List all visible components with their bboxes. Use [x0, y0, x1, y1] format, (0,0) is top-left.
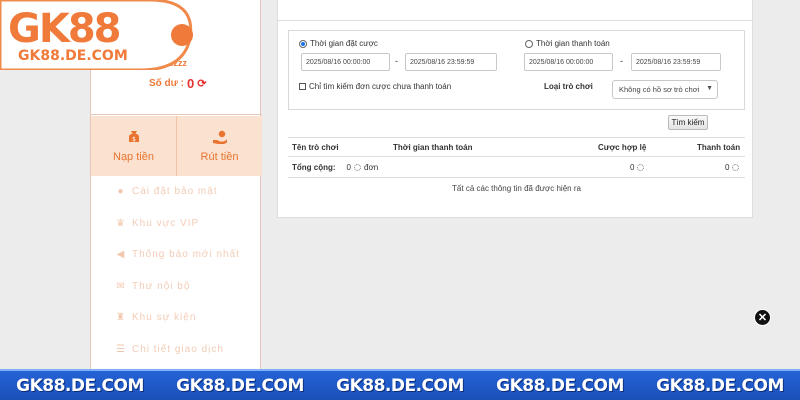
menu-item-inbox[interactable]: ✉ Thư nội bộ [91, 271, 262, 303]
panel-divider [278, 20, 752, 21]
col-payout-time: Thời gian thanh toán [393, 142, 473, 152]
bet-time-radio[interactable] [299, 39, 307, 48]
withdraw-label: Rút tiền [200, 151, 239, 163]
logo-brand: GK88 [8, 6, 120, 52]
bet-time-label: Thời gian đặt cược [310, 39, 378, 48]
menu-item-notices[interactable]: ◀ Thông báo mới nhất [91, 239, 262, 271]
bet-time-option[interactable]: Thời gian đặt cược [299, 39, 378, 48]
list-icon: ☰ [116, 343, 126, 355]
loading-spinner-icon [354, 163, 361, 171]
total-cell: Tổng cộng: 0 đơn [292, 157, 378, 177]
pay-time-option[interactable]: Thời gian thanh toán [525, 39, 610, 48]
crown-icon: ♛ [116, 217, 126, 229]
refresh-icon[interactable]: ⟳ [197, 77, 206, 90]
unpaid-only-label: Chỉ tìm kiếm đơn cược chưa thanh toán [309, 82, 452, 91]
balance-label: Số dư : [149, 78, 185, 89]
payout-total-cell: 0 [725, 157, 740, 177]
mail-icon: ✉ [116, 280, 126, 292]
banner-domain: GK88.DE.COM [336, 375, 464, 396]
bet-time-to-input[interactable]: 2025/08/16 23:59:59 [405, 53, 497, 71]
chevron-down-icon: ▼ [706, 85, 713, 92]
col-valid-bet: Cược hợp lệ [598, 142, 647, 152]
gk88-logo: GK88 GK88.DE.COM [0, 0, 193, 70]
date-separator: - [395, 56, 398, 66]
account-menu: ● Cài đặt bảo mật ♛ Khu vực VIP ◀ Thông … [91, 176, 262, 365]
menu-item-label: Thông báo mới nhất [132, 249, 240, 261]
pay-time-from-input[interactable]: 2025/08/16 00:00:00 [524, 53, 613, 71]
domain-banner: GK88.DE.COM GK88.DE.COM GK88.DE.COM GK88… [0, 369, 800, 400]
col-game-name: Tên trò chơi [292, 142, 339, 152]
pay-time-radio[interactable] [525, 39, 533, 48]
game-type-label: Loại trò chơi [544, 82, 593, 91]
trophy-icon: ♜ [116, 312, 126, 324]
banner-domain: GK88.DE.COM [176, 375, 304, 396]
game-type-value: Không có hồ sơ trò chơi [619, 85, 700, 94]
withdraw-button[interactable]: Rút tiền [176, 116, 262, 176]
unpaid-only-option[interactable]: Chỉ tìm kiếm đơn cược chưa thanh toán [299, 82, 451, 91]
valid-bet-total: 0 [630, 162, 635, 172]
banner-domain: GK88.DE.COM [656, 375, 784, 396]
balance-value: 0 [187, 76, 195, 91]
unpaid-only-checkbox[interactable] [299, 83, 306, 90]
deposit-button[interactable]: $ Nạp tiền [91, 116, 176, 176]
money-bag-icon: $ [128, 131, 139, 143]
banner-domain: GK88.DE.COM [496, 375, 624, 396]
menu-item-label: Cài đặt bảo mật [132, 186, 218, 198]
wallet-actions: $ Nạp tiền Rút tiền [91, 116, 262, 176]
megaphone-icon: ◀ [116, 249, 126, 261]
menu-item-label: Chi tiết giao dịch [132, 343, 224, 355]
deposit-label: Nạp tiền [113, 151, 154, 163]
menu-item-events[interactable]: ♜ Khu sự kiện [91, 302, 262, 334]
menu-item-label: Khu vực VIP [132, 217, 200, 229]
banner-domain: GK88.DE.COM [16, 375, 144, 396]
logo-domain: GK88.DE.COM [18, 48, 128, 64]
col-payout: Thanh toán [697, 142, 741, 152]
menu-item-vip[interactable]: ♛ Khu vực VIP [91, 208, 262, 240]
user-lock-icon: ● [117, 186, 125, 198]
table-footer-note: Tất cả các thông tin đã được hiện ra [452, 183, 581, 193]
close-icon[interactable]: ✕ [754, 309, 771, 326]
payout-total: 0 [725, 162, 730, 172]
table-header: Tên trò chơi Thời gian thanh toán Cược h… [288, 137, 745, 157]
search-filter-box: Thời gian đặt cược Thời gian thanh toán … [288, 30, 745, 110]
menu-item-transactions[interactable]: ☰ Chi tiết giao dịch [91, 334, 262, 366]
balance-row: Số dư : 0 ⟳ [149, 76, 206, 91]
search-button[interactable]: Tìm kiếm [668, 115, 708, 130]
hand-money-icon [212, 130, 227, 144]
game-type-select[interactable]: Không có hồ sơ trò chơi ▼ [612, 80, 718, 99]
total-count: 0 [346, 162, 351, 172]
total-row: Tổng cộng: 0 đơn 0 0 [288, 157, 745, 178]
total-label: Tổng cộng: [292, 162, 336, 172]
menu-item-security[interactable]: ● Cài đặt bảo mật [91, 176, 262, 208]
svg-text:$: $ [132, 136, 136, 143]
menu-item-label: Khu sự kiện [132, 312, 197, 324]
date-separator: - [620, 56, 623, 66]
valid-bet-total-cell: 0 [630, 157, 645, 177]
bet-history-table: Tên trò chơi Thời gian thanh toán Cược h… [288, 137, 745, 198]
menu-item-label: Thư nội bộ [132, 280, 191, 292]
total-unit: đơn [364, 162, 379, 172]
bet-time-from-input[interactable]: 2025/08/16 00:00:00 [301, 53, 390, 71]
loading-spinner-icon [732, 163, 740, 171]
pay-time-to-input[interactable]: 2025/08/16 23:59:59 [631, 53, 721, 71]
bet-history-panel: Thời gian đặt cược Thời gian thanh toán … [277, 0, 753, 218]
pay-time-label: Thời gian thanh toán [536, 39, 610, 48]
loading-spinner-icon [637, 163, 645, 171]
